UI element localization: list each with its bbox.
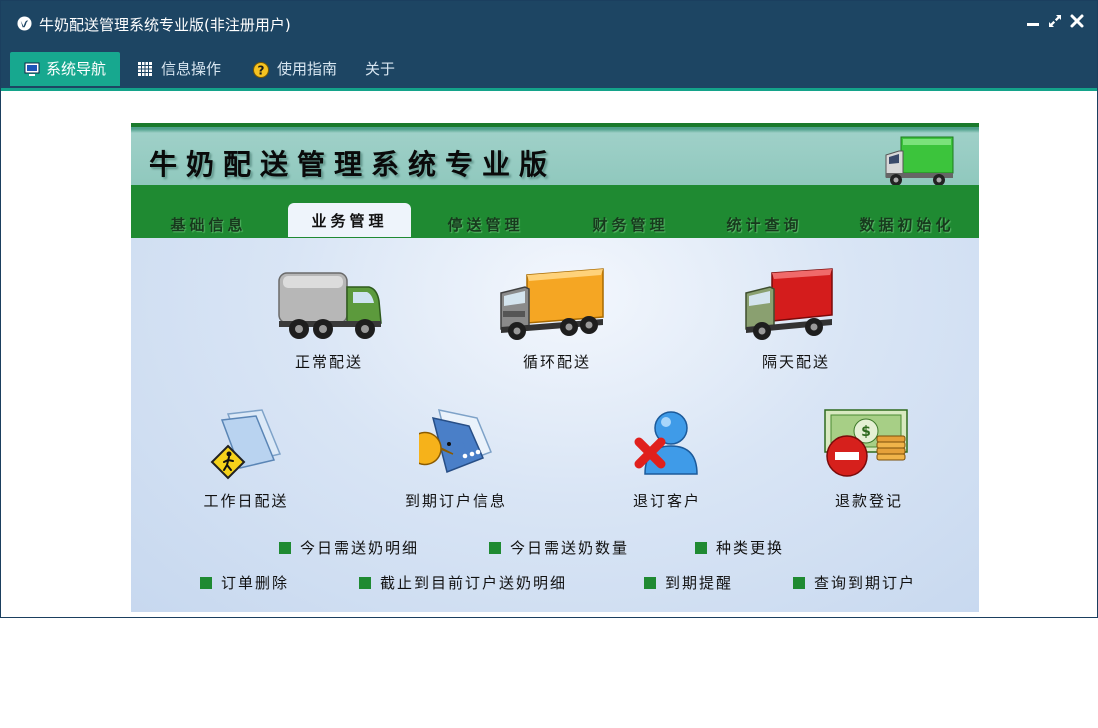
today-delivery-detail-link[interactable]: 今日需送奶明细 bbox=[279, 537, 419, 558]
expiring-subscriber-info-button[interactable]: 到期订户信息 bbox=[391, 408, 521, 510]
tab-data-initialization[interactable]: 数据初始化 bbox=[837, 211, 977, 239]
menu-bar: 系统导航 信息操作 ? 使用指南 关于 bbox=[1, 45, 1097, 91]
refund-registration-button[interactable]: $ 退款登记 bbox=[809, 408, 929, 510]
tab-finance-management[interactable]: 财务管理 bbox=[563, 211, 698, 239]
main-panel: 牛奶配送管理系统专业版 基础信息 业务管理 停送管理 财务管理 统计查询 数据初… bbox=[131, 123, 979, 612]
window-title: 牛奶配送管理系统专业版(非注册用户) bbox=[39, 16, 291, 34]
monitor-icon bbox=[24, 62, 40, 76]
query-expiring-subscribers-link[interactable]: 查询到期订户 bbox=[793, 572, 916, 593]
tab-basic-info[interactable]: 基础信息 bbox=[141, 211, 276, 239]
link-bullet bbox=[793, 577, 805, 589]
red-truck-icon bbox=[745, 268, 833, 340]
menu-about[interactable]: 关于 bbox=[365, 52, 405, 86]
banner: 牛奶配送管理系统专业版 bbox=[131, 123, 979, 189]
workday-delivery-label: 工作日配送 bbox=[203, 492, 289, 510]
menu-user-guide[interactable]: ? 使用指南 bbox=[253, 52, 348, 86]
unsubscribed-customer-label: 退订客户 bbox=[632, 492, 701, 510]
coin-stack bbox=[876, 435, 906, 461]
menu-info-operation[interactable]: 信息操作 bbox=[138, 52, 233, 86]
svg-text:$: $ bbox=[861, 424, 871, 440]
orange-truck-icon bbox=[500, 268, 604, 340]
title-bar[interactable]: 牛奶配送管理系统专业版(非注册用户) bbox=[1, 1, 1097, 45]
alternate-day-delivery-button[interactable]: 隔天配送 bbox=[736, 267, 856, 373]
gray-truck-icon bbox=[278, 272, 382, 339]
subscriber-delivery-detail-to-date-link[interactable]: 截止到目前订户送奶明细 bbox=[359, 572, 567, 593]
link-bullet bbox=[279, 542, 291, 554]
menu-system-navigation[interactable]: 系统导航 bbox=[10, 52, 120, 86]
link-bullet bbox=[359, 577, 371, 589]
cyclic-delivery-label: 循环配送 bbox=[522, 353, 591, 371]
minimize-icon[interactable] bbox=[1025, 13, 1041, 29]
pacman-document-icon bbox=[419, 409, 492, 474]
order-delete-link[interactable]: 订单删除 bbox=[200, 572, 289, 593]
menu-label: 关于 bbox=[365, 60, 396, 78]
user-remove-icon bbox=[634, 411, 698, 475]
app-window: 牛奶配送管理系统专业版(非注册用户) 系统导航 信息操作 ? 使用指南 关于 牛… bbox=[0, 0, 1098, 618]
close-icon[interactable] bbox=[1069, 13, 1085, 29]
workday-delivery-button[interactable]: 工作日配送 bbox=[186, 408, 306, 510]
green-truck-icon bbox=[885, 136, 954, 186]
normal-delivery-label: 正常配送 bbox=[294, 353, 363, 371]
link-bullet bbox=[695, 542, 707, 554]
menu-label: 信息操作 bbox=[161, 60, 222, 78]
tab-suspension-management[interactable]: 停送管理 bbox=[418, 211, 553, 239]
link-bullet bbox=[200, 577, 212, 589]
tab-business-management[interactable]: 业务管理 bbox=[288, 203, 411, 237]
menu-label: 系统导航 bbox=[46, 60, 107, 78]
grid-icon bbox=[138, 62, 152, 76]
today-delivery-quantity-link[interactable]: 今日需送奶数量 bbox=[489, 537, 629, 558]
expiring-subscriber-info-label: 到期订户信息 bbox=[404, 492, 507, 510]
app-logo-icon bbox=[17, 16, 32, 31]
worker-sign-icon bbox=[210, 409, 282, 480]
cyclic-delivery-button[interactable]: 循环配送 bbox=[497, 267, 617, 373]
tab-statistics-query[interactable]: 统计查询 bbox=[697, 211, 832, 239]
refund-registration-label: 退款登记 bbox=[834, 492, 903, 510]
restore-icon[interactable] bbox=[1047, 13, 1063, 29]
unsubscribed-customer-button[interactable]: 退订客户 bbox=[607, 408, 727, 510]
link-bullet bbox=[644, 577, 656, 589]
menu-label: 使用指南 bbox=[277, 60, 338, 78]
expiry-reminder-link[interactable]: 到期提醒 bbox=[644, 572, 733, 593]
normal-delivery-button[interactable]: 正常配送 bbox=[269, 267, 389, 373]
money-refund-icon: $ bbox=[824, 409, 908, 477]
banner-title: 牛奶配送管理系统专业版 bbox=[149, 148, 557, 181]
alternate-day-delivery-label: 隔天配送 bbox=[761, 353, 830, 371]
type-change-link[interactable]: 种类更换 bbox=[695, 537, 784, 558]
help-icon: ? bbox=[253, 62, 269, 78]
link-bullet bbox=[489, 542, 501, 554]
svg-text:?: ? bbox=[258, 64, 265, 78]
